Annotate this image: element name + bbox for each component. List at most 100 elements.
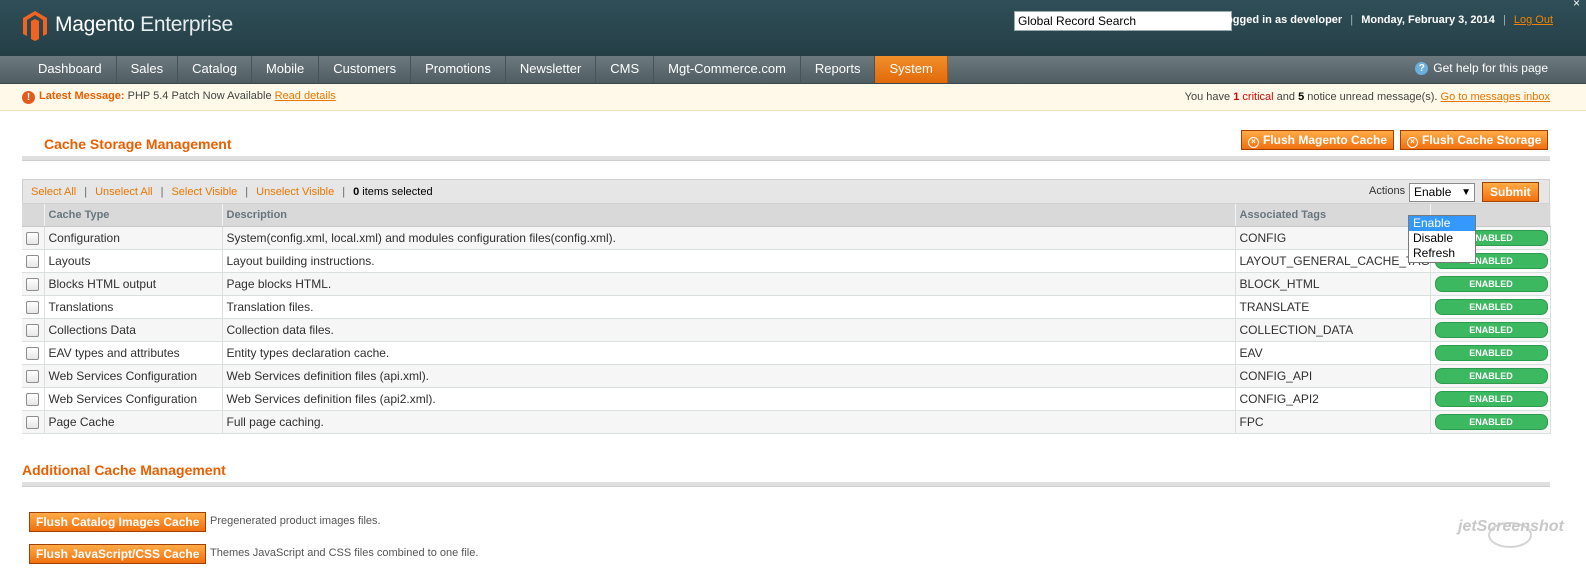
row-checkbox[interactable] [26,393,40,407]
table-row[interactable]: Web Services Configuration Web Services d… [22,364,1551,388]
row-checkbox[interactable] [26,324,40,338]
action-option-disable[interactable]: Disable [1409,231,1475,246]
column-cache-type[interactable]: Cache Type [44,204,223,227]
unread-messages-summary: You have 1 critical and 5 notice unread … [1185,91,1550,103]
nav-item-sales[interactable]: Sales [117,56,179,83]
flush-catalog-images-button[interactable]: Flush Catalog Images Cache [29,512,207,532]
nav-item-system[interactable]: System [875,56,948,83]
status-badge: ENABLED [1434,322,1548,338]
nav-item-reports[interactable]: Reports [801,56,876,83]
row-checkbox[interactable] [26,301,40,315]
row-checkbox[interactable] [26,278,40,292]
nav-item-newsletter[interactable]: Newsletter [506,56,597,83]
grid-header-row: Cache Type Description Associated Tags [22,204,1551,227]
logout-link[interactable]: Log Out [1514,14,1553,26]
row-checkbox[interactable] [26,416,40,430]
column-description[interactable]: Description [222,204,1236,227]
table-row[interactable]: Web Services Configuration Web Services d… [22,387,1551,411]
status-badge: ENABLED [1434,391,1548,407]
help-link[interactable]: ? Get help for this page [1415,61,1548,75]
row-checkbox-cell [22,249,45,273]
unselect-visible-link[interactable]: Unselect Visible [256,186,334,198]
row-checkbox-cell [22,387,45,411]
select-visible-link[interactable]: Select Visible [171,186,237,198]
cell-associated-tags: BLOCK_HTML [1235,272,1431,296]
select-all-link[interactable]: Select All [31,186,76,198]
row-checkbox-cell [22,364,45,388]
logged-in-text: Logged in as developer [1219,14,1343,26]
row-checkbox[interactable] [26,347,40,361]
table-row[interactable]: EAV types and attributes Entity types dec… [22,341,1551,365]
nav-item-cms[interactable]: CMS [596,56,655,83]
nav-item-mobile[interactable]: Mobile [252,56,320,83]
table-row[interactable]: Translations Translation files. TRANSLATE E… [22,295,1551,319]
cell-description: Page blocks HTML. [222,272,1236,296]
status-badge: ENABLED [1434,345,1548,361]
row-checkbox-cell [22,295,45,319]
nav-item-promotions[interactable]: Promotions [411,56,506,83]
actions-label: Actions [1369,185,1406,197]
table-row[interactable]: Collections Data Collection data files. CO… [22,318,1551,342]
actions-dropdown-list: Enable Disable Refresh [1408,215,1476,263]
help-label: Get help for this page [1433,61,1548,75]
cell-cache-type: Page Cache [44,410,223,434]
row-checkbox[interactable] [26,370,40,384]
nav-menu: Dashboard Sales Catalog Mobile Customers Prom… [24,56,948,83]
table-row[interactable]: Configuration System(config.xml, local.xm… [22,226,1551,250]
messages-inbox-link[interactable]: Go to messages inbox [1441,91,1550,103]
row-checkbox[interactable] [26,255,40,269]
actions-select[interactable]: Enable ▼ [1409,183,1475,202]
table-row[interactable]: Layouts Layout building instructions. LAYO… [22,249,1551,273]
massaction-links: Select All | Unselect All | Select Visible | U… [31,186,433,198]
cell-cache-type: EAV types and attributes [44,341,223,365]
admin-header: Magento Enterprise Logged in as develope… [0,0,1586,56]
close-icon[interactable]: × [1573,0,1580,10]
cell-cache-type: Collections Data [44,318,223,342]
nav-item-customers[interactable]: Customers [319,56,412,83]
latest-message-label: Latest Message: [39,90,125,102]
read-details-link[interactable]: Read details [275,90,336,102]
row-checkbox[interactable] [26,232,40,246]
cell-associated-tags: FPC [1235,410,1431,434]
cell-description: Collection data files. [222,318,1236,342]
watermark-text: jetScreenshot [1458,518,1564,535]
divider: | [1502,14,1506,26]
unselect-all-link[interactable]: Unselect All [95,186,152,198]
status-badge: ENABLED [1434,414,1548,430]
flush-js-css-button[interactable]: Flush JavaScript/CSS Cache [29,544,207,564]
nav-item-catalog[interactable]: Catalog [178,56,252,83]
additional-divider [22,482,1550,487]
column-associated-tags[interactable]: Associated Tags [1235,204,1431,227]
row-checkbox-cell [22,226,45,250]
actions-select-value: Enable [1414,185,1452,199]
page-title: Cache Storage Management [44,136,232,152]
flush-magento-cache-button[interactable]: × Flush Magento Cache [1241,130,1395,150]
submit-button[interactable]: Submit [1482,182,1539,202]
catalog-images-description: Pregenerated product images files. [210,515,381,527]
latest-message-text: PHP 5.4 Patch Now Available [127,90,272,102]
cell-associated-tags: CONFIG_API [1235,364,1431,388]
title-divider [22,156,1550,161]
global-record-search-input[interactable] [1014,11,1232,31]
header-checkbox-cell [22,204,45,227]
brand-logo-text[interactable]: Magento Enterprise [55,13,233,37]
nav-item-dashboard[interactable]: Dashboard [24,56,117,83]
cell-associated-tags: COLLECTION_DATA [1235,318,1431,342]
action-option-enable[interactable]: Enable [1409,216,1475,231]
latest-message: ! Latest Message: PHP 5.4 Patch Now Avail… [22,90,336,104]
table-row[interactable]: Blocks HTML output Page blocks HTML. BLOCK… [22,272,1551,296]
cell-description: System(config.xml, local.xml) and module… [222,226,1236,250]
nav-item-mgt-commerce-com[interactable]: Mgt-Commerce.com [654,56,801,83]
cell-description: Full page caching. [222,410,1236,434]
action-option-refresh[interactable]: Refresh [1409,246,1475,261]
cell-description: Web Services definition files (api2.xml)… [222,387,1236,411]
row-checkbox-cell [22,272,45,296]
cell-status: ENABLED [1430,410,1551,434]
dropdown-arrow-icon: ▼ [1461,187,1471,198]
cell-associated-tags: CONFIG [1235,226,1431,250]
table-row[interactable]: Page Cache Full page caching. FPC ENABLED [22,410,1551,434]
system-message-bar: ! Latest Message: PHP 5.4 Patch Now Avail… [0,84,1586,111]
cell-cache-type: Configuration [44,226,223,250]
unread-suffix: notice unread message(s). [1307,91,1438,103]
flush-cache-storage-button[interactable]: × Flush Cache Storage [1400,130,1549,150]
